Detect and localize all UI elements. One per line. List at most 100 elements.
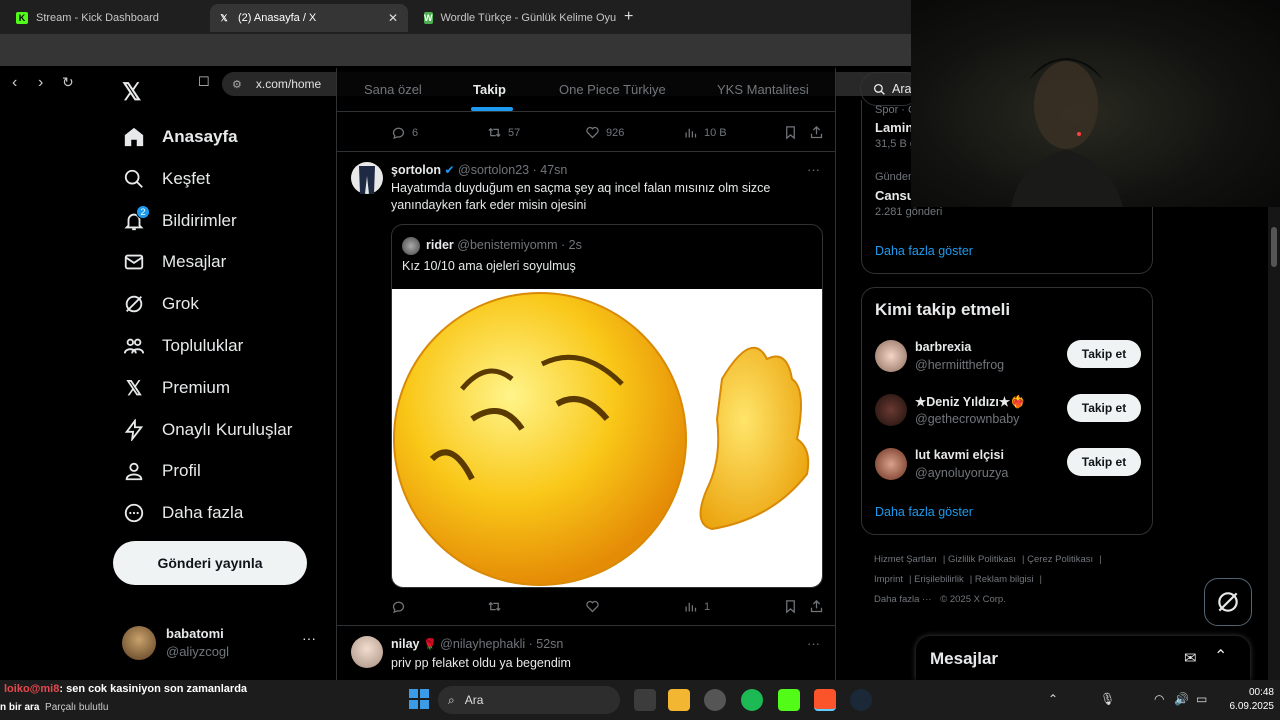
kick-icon[interactable] xyxy=(778,689,800,711)
trend-name[interactable]: Lamin xyxy=(875,120,913,135)
follow-suggestion[interactable]: lut kavmi elçisi @aynoluyoruzya Takip et xyxy=(875,446,1141,486)
expand-icon[interactable]: ⌃ xyxy=(1214,646,1227,666)
nav-explore[interactable]: Keşfet xyxy=(122,164,210,194)
avatar[interactable] xyxy=(351,162,383,194)
trend-name[interactable]: Cansu xyxy=(875,188,915,203)
follow-suggestion[interactable]: barbrexia @hermiitthefrog Takip et xyxy=(875,338,1141,378)
bookmark-icon[interactable] xyxy=(783,125,804,140)
messages-drawer[interactable]: Mesajlar ✉ ⌃ xyxy=(916,636,1250,680)
footer-link[interactable]: Imprint xyxy=(874,574,903,585)
footer-link[interactable]: Çerez Politikası xyxy=(1027,554,1093,565)
file-explorer-icon[interactable] xyxy=(668,689,690,711)
new-message-icon[interactable]: ✉ xyxy=(1184,649,1197,667)
tab-following[interactable]: Takip xyxy=(473,82,506,97)
windows-start-icon[interactable] xyxy=(408,688,430,710)
tab-yks[interactable]: YKS Mantalitesi xyxy=(717,82,809,97)
x-icon: 𝕏 xyxy=(220,12,228,23)
share-icon[interactable] xyxy=(809,125,830,140)
forward-icon[interactable]: › xyxy=(38,74,43,92)
repost-button[interactable]: 57 xyxy=(487,125,520,140)
tweet-author-handle[interactable]: @sortolon23 xyxy=(458,163,529,177)
nav-profile[interactable]: Profil xyxy=(122,456,201,486)
nav-grok[interactable]: Grok xyxy=(122,289,199,319)
back-icon[interactable]: ‹ xyxy=(12,74,17,92)
nav-premium[interactable]: 𝕏 Premium xyxy=(122,373,230,403)
bookmark-icon[interactable] xyxy=(783,599,804,614)
site-settings-icon[interactable]: ⚙ xyxy=(232,78,242,91)
divider xyxy=(337,151,835,152)
follow-button[interactable]: Takip et xyxy=(1067,448,1141,476)
footer-link[interactable]: Reklam bilgisi xyxy=(975,574,1034,585)
show-more-suggestions-link[interactable]: Daha fazla göster xyxy=(875,505,973,519)
footer-link[interactable]: Erişilebilirlik xyxy=(914,574,964,585)
post-button[interactable]: Gönderi yayınla xyxy=(113,541,307,585)
steam-icon[interactable] xyxy=(850,689,872,711)
chat-overlay: loiko@mi8: sen cok kasiniyon son zamanla… xyxy=(0,680,400,720)
nav-more[interactable]: Daha fazla xyxy=(122,498,243,528)
quoted-tweet[interactable]: rider @benistemiyomm · 2s Kız 10/10 ama … xyxy=(391,224,823,588)
browser-tab-kick[interactable]: K Stream - Kick Dashboard xyxy=(8,4,206,32)
follow-suggestion[interactable]: ★Deniz Yıldızı★❤️‍🔥 @gethecrownbaby Taki… xyxy=(875,392,1141,432)
clock-time: 00:48 xyxy=(1248,687,1274,698)
close-tab-icon[interactable]: ✕ xyxy=(388,11,398,25)
grok-button[interactable] xyxy=(1204,578,1252,626)
battery-icon[interactable]: ▭ xyxy=(1196,692,1207,706)
tweet-author-name[interactable]: nilay xyxy=(391,637,420,651)
reply-button[interactable] xyxy=(391,599,412,614)
copyright: © 2025 X Corp. xyxy=(940,594,1006,605)
repost-button[interactable] xyxy=(487,599,508,614)
account-switcher[interactable]: babatomi @aliyzcogl ··· xyxy=(122,624,322,664)
microphone-icon[interactable]: 🎙 xyxy=(1100,692,1115,706)
footer-more-link[interactable]: Daha fazla ··· xyxy=(874,594,932,605)
taskbar-search-label: Ara xyxy=(464,693,484,707)
footer-link[interactable]: Gizlilik Politikası xyxy=(948,554,1016,565)
nav-communities[interactable]: Topluluklar xyxy=(122,331,243,361)
reload-icon[interactable]: ↻ xyxy=(62,74,74,91)
scrollbar-thumb[interactable] xyxy=(1271,227,1277,267)
views-button[interactable]: 1 xyxy=(683,599,710,614)
avatar[interactable] xyxy=(351,636,383,668)
wifi-icon[interactable]: ◠ xyxy=(1154,692,1164,706)
browser-tab-wordle[interactable]: W Wordle Türkçe - Günlük Kelime Oyun xyxy=(416,4,616,32)
nav-notifications[interactable]: 2 Bildirimler xyxy=(122,205,237,236)
nav-home[interactable]: Anasayfa xyxy=(122,122,238,152)
more-dots-icon[interactable]: ··· xyxy=(302,630,316,646)
nav-verified-orgs[interactable]: Onaylı Kuruluşlar xyxy=(122,415,292,445)
more-dots-icon[interactable]: ··· xyxy=(807,162,820,177)
tweet-author-name[interactable]: şortolon xyxy=(391,163,441,177)
browser-tab-x[interactable]: 𝕏 (2) Anasayfa / X ✕ xyxy=(210,4,408,32)
obs-icon[interactable] xyxy=(704,689,726,711)
taskbar-search[interactable]: ⌕ Ara xyxy=(438,686,620,714)
like-button[interactable] xyxy=(585,599,606,614)
scrollbar[interactable] xyxy=(1268,207,1280,680)
quoted-time: 2s xyxy=(568,238,582,252)
volume-icon[interactable]: 🔊 xyxy=(1174,692,1189,706)
tweet-time[interactable]: 52sn xyxy=(536,637,563,651)
views-button[interactable]: 10 B xyxy=(683,125,727,140)
like-button[interactable]: 926 xyxy=(585,125,624,140)
nav-messages[interactable]: Mesajlar xyxy=(122,247,226,277)
x-logo-icon[interactable]: 𝕏 xyxy=(122,78,148,106)
nav-label: Profil xyxy=(162,461,201,480)
tab-for-you[interactable]: Sana özel xyxy=(364,82,422,97)
system-clock[interactable]: 00:48 6.09.2025 xyxy=(1218,686,1275,714)
tab-one-piece[interactable]: One Piece Türkiye xyxy=(559,82,666,97)
more-dots-icon[interactable]: ··· xyxy=(807,636,820,651)
share-icon[interactable] xyxy=(809,599,830,614)
clock-date: 6.09.2025 xyxy=(1229,701,1275,712)
follow-button[interactable]: Takip et xyxy=(1067,340,1141,368)
chevron-up-icon[interactable]: ⌃ xyxy=(1048,692,1058,706)
show-more-trends-link[interactable]: Daha fazla göster xyxy=(875,244,973,258)
task-view-icon[interactable] xyxy=(634,689,656,711)
spotify-icon[interactable] xyxy=(741,689,763,711)
new-tab-button[interactable]: + xyxy=(624,8,633,26)
brave-browser-icon[interactable] xyxy=(814,689,836,711)
emoji-face xyxy=(393,292,687,586)
follow-button[interactable]: Takip et xyxy=(1067,394,1141,422)
tweet-time[interactable]: 47sn xyxy=(540,163,567,177)
footer-link[interactable]: Hizmet Şartları xyxy=(874,554,937,565)
tweet-author-handle[interactable]: @nilayhephakli xyxy=(440,637,525,651)
tweet-image[interactable] xyxy=(392,289,822,587)
reply-button[interactable]: 6 xyxy=(391,125,418,140)
bookmark-icon[interactable]: ☐ xyxy=(198,74,210,90)
